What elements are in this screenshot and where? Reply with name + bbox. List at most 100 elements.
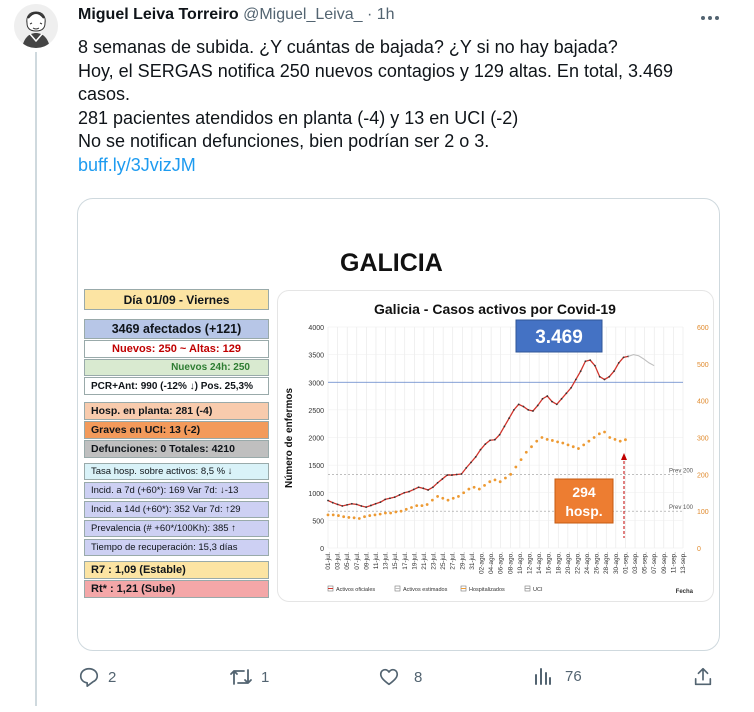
panel-rt: Rt* : 1,21 (Sube) <box>84 580 269 598</box>
x-tick-label: 28-ago. <box>603 552 610 574</box>
y-tick-label: 2000 <box>308 436 324 443</box>
like-button[interactable]: 8 <box>378 666 422 688</box>
tweet-header: Miguel Leiva Torreiro @Miguel_Leiva_ · 1… <box>78 6 395 24</box>
author-name[interactable]: Miguel Leiva Torreiro <box>78 6 239 23</box>
y-tick-label: 1000 <box>308 491 324 498</box>
hosp-point <box>410 506 413 509</box>
hosp-point <box>488 480 492 484</box>
panel-affected: 3469 afectados (+121) <box>84 319 269 339</box>
panel-nuevos-24h-text: Nuevos 24h: 250 <box>171 362 250 373</box>
hosp-point <box>467 487 471 491</box>
series-point <box>474 455 477 458</box>
panel-nuevos-24h: Nuevos 24h: 250 <box>84 359 269 376</box>
x-tick-label: 12-ago. <box>526 552 533 574</box>
x-tick-label: 23-jul. <box>431 552 438 570</box>
reply-button[interactable]: 2 <box>78 666 116 688</box>
hosp-point <box>571 445 575 449</box>
series-point <box>536 404 539 407</box>
reply-icon <box>79 667 99 687</box>
hosp-point <box>420 504 424 508</box>
media-image[interactable]: GALICIA Día 01/09 - Viernes 3469 afectad… <box>77 198 720 651</box>
x-tick-label: 15-jul. <box>392 552 399 570</box>
tweet-time[interactable]: 1h <box>377 6 395 23</box>
hosp-point <box>556 440 559 444</box>
views-icon <box>535 668 551 685</box>
avatar[interactable] <box>14 4 58 48</box>
like-count: 8 <box>414 668 423 686</box>
hosp-point <box>342 515 346 519</box>
x-tick-label: 24-ago. <box>584 552 591 574</box>
series-point <box>570 386 573 389</box>
series-point <box>350 502 353 505</box>
hosp-point <box>394 510 398 514</box>
series-point <box>598 375 601 378</box>
series-point <box>455 473 458 476</box>
retweet-button[interactable]: 1 <box>229 666 269 688</box>
x-tick-label: 09-sep. <box>661 552 668 574</box>
hosp-point <box>509 472 513 476</box>
series-point <box>465 466 468 469</box>
panel-r7: R7 : 1,09 (Estable) <box>84 561 269 579</box>
series-point <box>403 491 406 494</box>
x-tick-label: 31-jul. <box>469 552 476 570</box>
hosp-point <box>608 436 612 439</box>
series-point <box>379 501 382 504</box>
panel-r7-text: R7 : 1,09 (Estable) <box>91 564 186 576</box>
series-point <box>498 433 501 436</box>
x-tick-label: 26-ago. <box>594 552 601 574</box>
hosp-point <box>331 513 335 517</box>
series-point <box>493 438 496 441</box>
series-point <box>460 473 463 475</box>
x-tick-label: 27-jul. <box>450 552 457 570</box>
x-tick-label: 07-jul. <box>354 552 361 570</box>
y2-tick-label: 500 <box>697 362 709 369</box>
series-point <box>398 494 401 496</box>
panel-day: Día 01/09 - Viernes <box>84 289 269 310</box>
x-tick-label: 01-sep. <box>622 552 629 574</box>
panel-hosp-planta-text: Hosp. en planta: 281 (-4) <box>91 405 213 417</box>
x-tick-label: 06-ago. <box>498 552 505 574</box>
panel-graves-uci-text: Graves en UCI: 13 (-2) <box>91 424 201 436</box>
series-point <box>417 486 420 489</box>
hosp-point <box>603 430 606 434</box>
series-point <box>431 486 434 489</box>
series-point <box>441 478 444 480</box>
x-tick-label: 01-jul. <box>325 552 332 570</box>
hosp-point <box>493 478 497 482</box>
hosp-point <box>368 514 372 517</box>
series-point <box>517 403 520 406</box>
panel-day-text: Día 01/09 - Viernes <box>123 292 230 307</box>
series-point <box>513 408 515 411</box>
panel-nuevos-altas: Nuevos: 250 ~ Altas: 129 <box>84 340 269 358</box>
y2-tick-label: 400 <box>697 399 709 406</box>
series-point <box>603 378 606 381</box>
hosp-point <box>363 515 366 519</box>
tweet-link[interactable]: buff.ly/3JvizJM <box>78 155 196 175</box>
share-button[interactable] <box>692 666 714 688</box>
y-tick-label: 3000 <box>308 380 324 387</box>
more-options-button[interactable] <box>698 8 722 28</box>
reference-line-label: Prev 200 <box>669 468 694 474</box>
author-handle[interactable]: @Miguel_Leiva_ <box>243 6 362 23</box>
x-tick-label: 20-ago. <box>565 552 572 574</box>
series-point <box>427 489 430 491</box>
x-tick-label: 21-jul. <box>421 552 428 570</box>
tweet-line-4: No se notifican defunciones, bien podría… <box>78 131 490 151</box>
series-point <box>470 461 472 464</box>
series-point <box>527 408 530 411</box>
series-point <box>331 501 334 504</box>
panel-prevalencia-text: Prevalencia (# +60*/100Kh): 385 ↑ <box>91 523 236 534</box>
x-tick-label: 08-ago. <box>507 552 514 574</box>
hosp-point <box>587 439 591 443</box>
series-point <box>341 505 344 507</box>
x-tick-label: 05-sep. <box>642 552 649 574</box>
views-button[interactable]: 76 <box>533 666 582 686</box>
panel-incid7-text: Incid. a 7d (+60*): 169 Var 7d: ↓-13 <box>91 485 239 496</box>
legend-label: Activos oficiales <box>336 587 375 593</box>
hosp-point <box>561 441 565 445</box>
hosp-point <box>545 437 549 441</box>
x-tick-label: 07-sep. <box>651 552 658 574</box>
avatar-portrait-icon <box>14 4 58 48</box>
series-point <box>360 505 363 507</box>
hosp-point <box>618 439 622 443</box>
